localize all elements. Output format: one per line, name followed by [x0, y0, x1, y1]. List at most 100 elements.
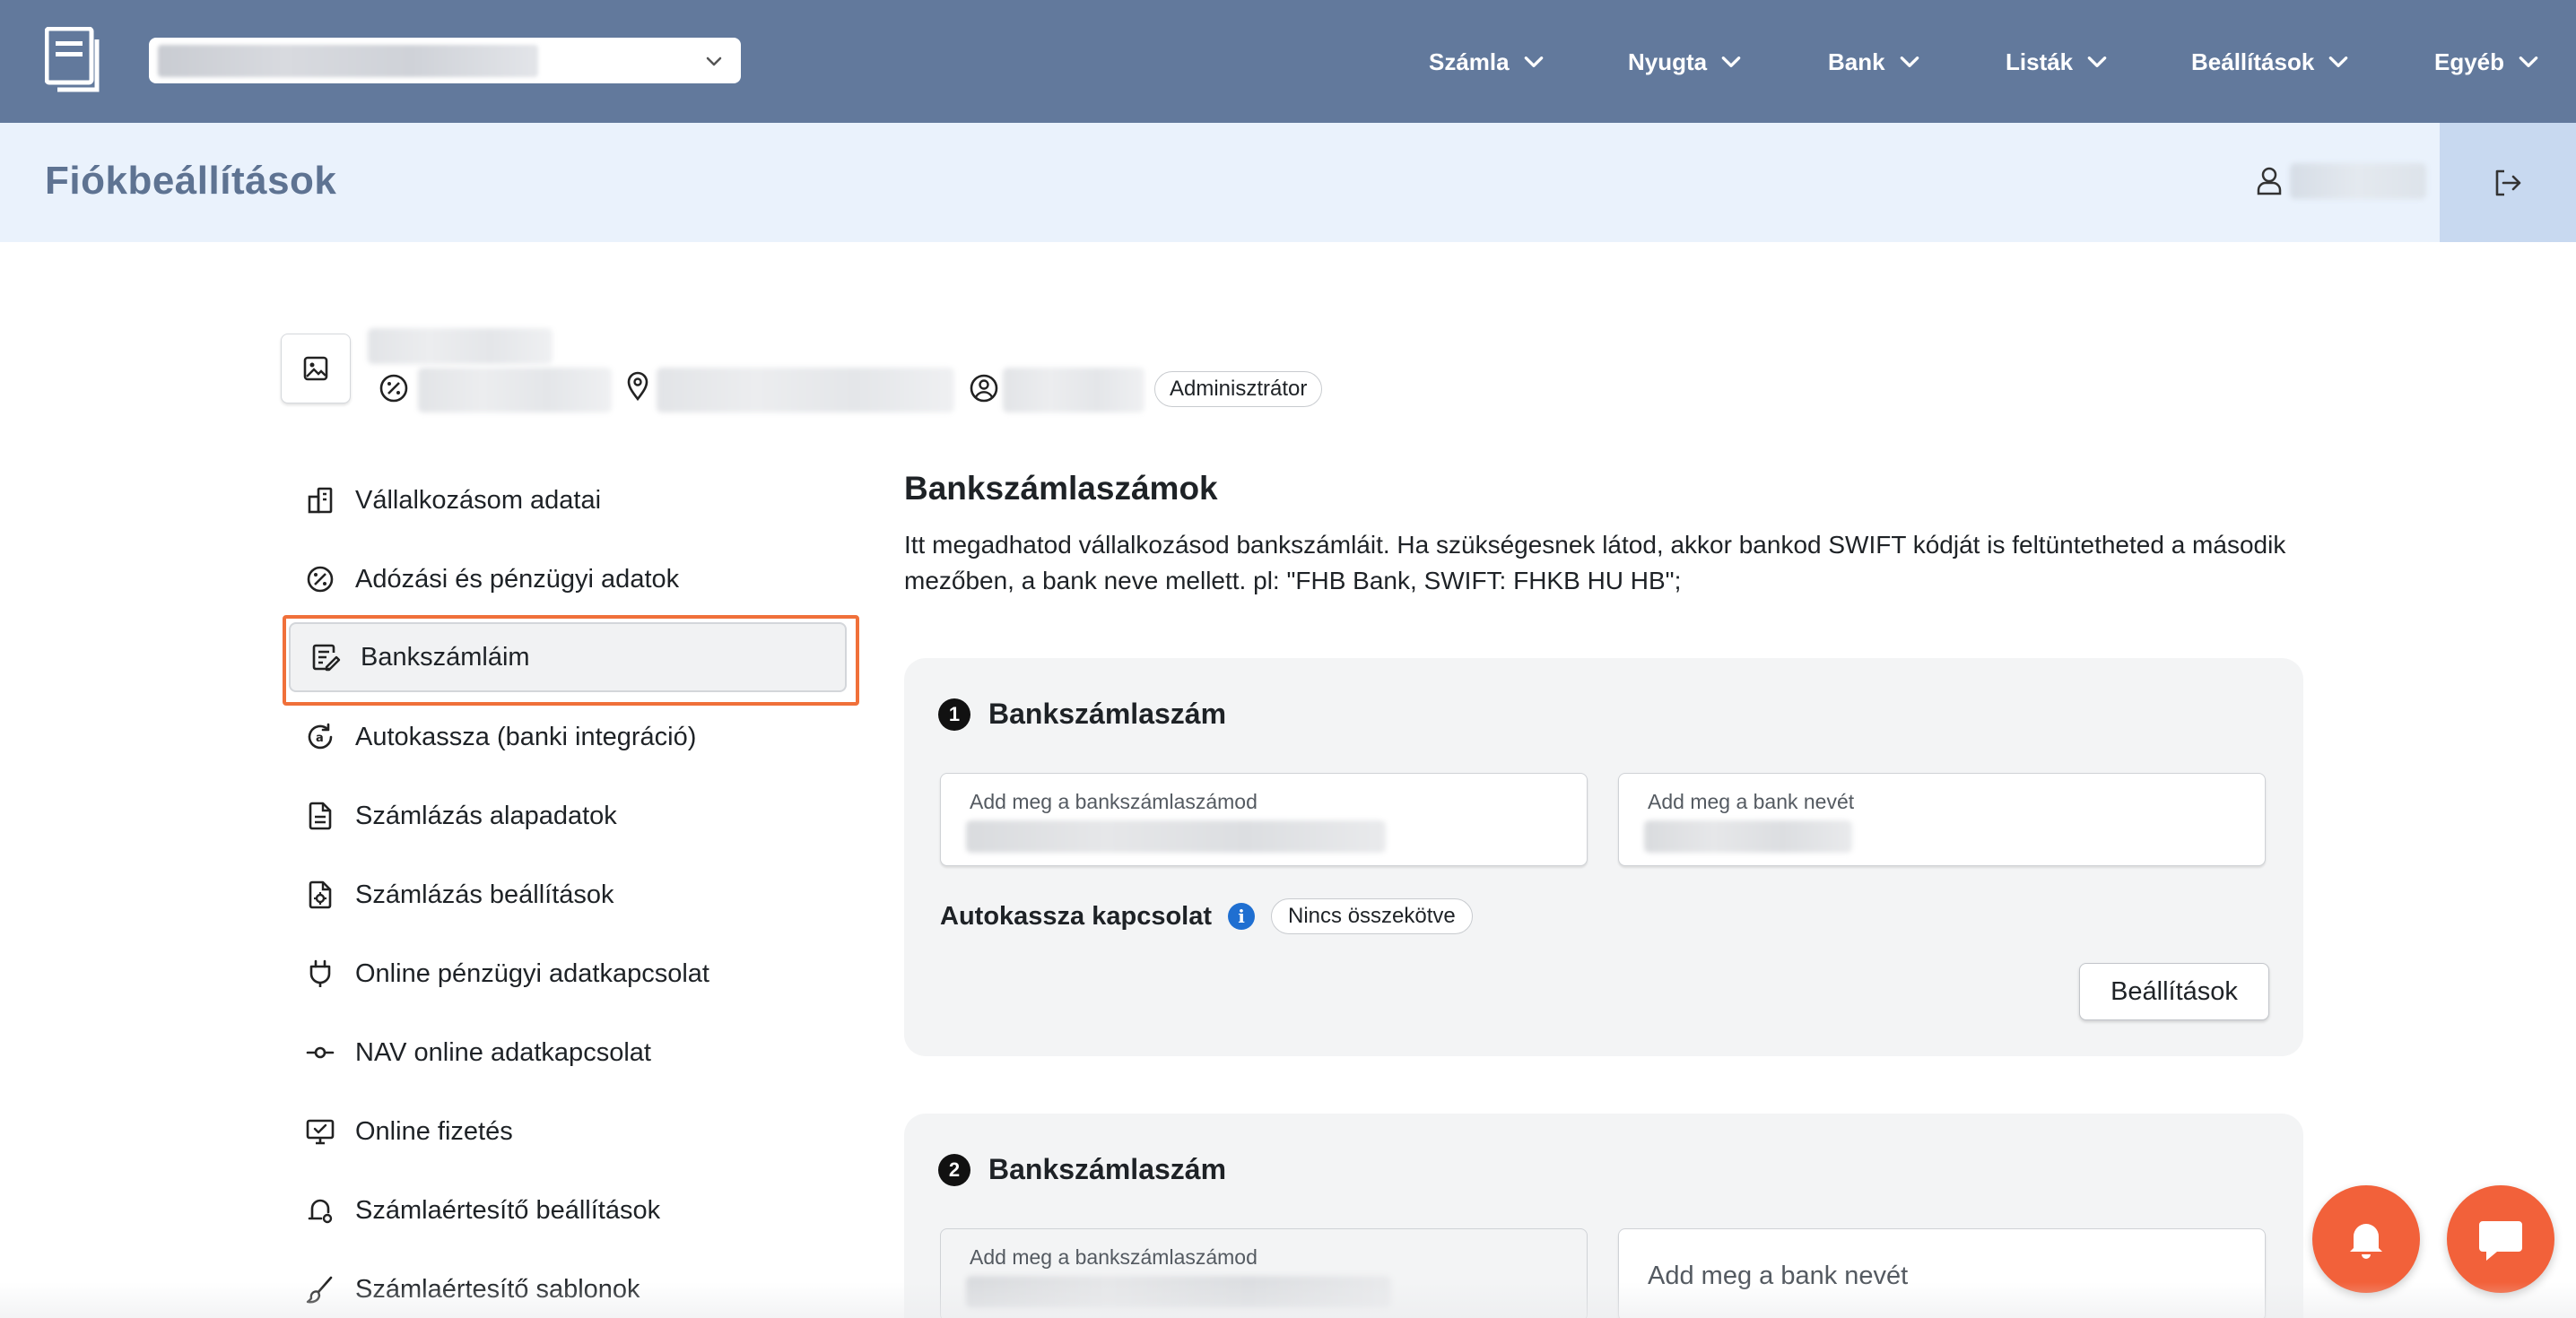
sidebar-item-label: Számlázás beállítások — [355, 880, 614, 909]
sidebar-item-label: Autokassza (banki integráció) — [355, 722, 697, 751]
nav-menu-label: Listák — [2006, 48, 2074, 75]
account-number-badge: 2 — [938, 1153, 970, 1186]
bank-account-title: Bankszámlaszám — [988, 698, 1227, 730]
nav-menu-beallitasok[interactable]: Beállítások — [2191, 39, 2350, 84]
sidebar-item-autokassza[interactable]: a Autokassza (banki integráció) — [285, 701, 847, 773]
chevron-down-icon — [1524, 56, 1543, 67]
sidebar-item-online-fizetes[interactable]: Online fizetés — [285, 1096, 847, 1167]
sidebar-item-adozasi-adatok[interactable]: Adózási és pénzügyi adatok — [285, 543, 847, 615]
document-settings-icon — [309, 880, 332, 909]
sidebar-item-szamlazas-beallitasok[interactable]: Számlázás beállítások — [285, 859, 847, 931]
status-badge: Nincs összekötve — [1271, 898, 1473, 934]
bank-account-card: 2 Bankszámlaszám Add meg a bankszámlaszá… — [904, 1114, 2303, 1318]
user-circle-icon — [970, 374, 998, 403]
chat-icon — [2479, 1221, 2522, 1261]
nav-menu-listak[interactable]: Listák — [2006, 39, 2109, 84]
plug-icon — [309, 959, 331, 987]
brush-icon — [306, 1276, 333, 1304]
nav-menu-szamla[interactable]: Számla — [1429, 39, 1545, 84]
bank-name-field[interactable]: Add meg a bank nevét — [1618, 1228, 2266, 1318]
nav-menu-label: Számla — [1429, 48, 1510, 75]
chevron-down-icon — [2329, 56, 2348, 67]
sidebar-item-label: NAV online adatkapcsolat — [355, 1037, 651, 1067]
chat-button[interactable] — [2447, 1185, 2554, 1293]
autokassza-label: Autokassza kapcsolat — [940, 901, 1213, 931]
document-icon — [309, 802, 332, 830]
logout-icon — [2495, 169, 2521, 195]
building-icon — [308, 487, 333, 514]
account-number-field[interactable]: Add meg a bankszámlaszámod — [940, 773, 1588, 866]
document-edit-icon — [312, 644, 341, 672]
section-title: Bankszámlaszámok — [904, 470, 1218, 507]
top-navigation-bar: Számla Nyugta Bank Listák Beállítások Eg… — [0, 0, 2576, 123]
company-name-redacted — [158, 45, 538, 77]
bank-name-field[interactable]: Add meg a bank nevét — [1618, 773, 2266, 866]
sidebar-item-vallalkozasom-adatai[interactable]: Vállalkozásom adatai — [285, 464, 847, 536]
sidebar-item-label: Számlaértesítő sablonok — [355, 1274, 640, 1304]
autokassza-connection: Autokassza kapcsolat i Nincs összekötve — [940, 898, 1473, 934]
percent-icon — [379, 374, 408, 403]
company-select[interactable] — [149, 38, 741, 83]
logout-button[interactable] — [2440, 123, 2576, 242]
account-number-badge: 1 — [938, 698, 970, 731]
connection-icon — [306, 1046, 335, 1059]
company-name-redacted — [368, 328, 553, 364]
monitor-icon — [306, 1119, 335, 1145]
page-title: Fiókbeállítások — [45, 159, 337, 203]
sidebar-item-szamlaertesito-beallitasok[interactable]: Számlaértesítő beállítások — [285, 1175, 847, 1246]
sidebar-item-bankszamlaim[interactable]: Bankszámláim — [289, 622, 847, 692]
nav-menu-label: Bank — [1828, 48, 1885, 75]
chevron-down-icon — [706, 56, 722, 66]
nav-menu-label: Egyéb — [2434, 48, 2505, 75]
sidebar-item-label: Online pénzügyi adatkapcsolat — [355, 958, 709, 988]
sidebar-item-label: Bankszámláim — [361, 642, 530, 672]
user-icon — [2257, 167, 2282, 195]
account-number-value-redacted — [966, 1276, 1391, 1308]
auto-refresh-icon: a — [308, 723, 333, 750]
address-redacted — [657, 368, 954, 412]
chevron-down-icon — [2087, 56, 2107, 67]
sidebar-item-label: Számlaértesítő beállítások — [355, 1195, 661, 1225]
nav-menu-label: Nyugta — [1628, 48, 1708, 75]
info-icon[interactable]: i — [1228, 903, 1256, 930]
svg-text:a: a — [316, 732, 324, 745]
chevron-down-icon — [2519, 56, 2538, 67]
chevron-down-icon — [1900, 56, 1919, 67]
account-number-value-redacted — [966, 820, 1386, 853]
user-name-redacted — [2290, 163, 2426, 199]
sidebar-item-online-penzugyi[interactable]: Online pénzügyi adatkapcsolat — [285, 938, 847, 1010]
field-label: Add meg a bank nevét — [1648, 790, 1855, 813]
section-description: Itt megadhatod vállalkozásod bankszámlái… — [904, 531, 2286, 594]
role-badge: Adminisztrátor — [1154, 371, 1323, 407]
percent-icon — [307, 566, 334, 593]
field-label: Add meg a bankszámlaszámod — [970, 790, 1258, 813]
notification-settings-icon — [308, 1199, 333, 1224]
sidebar-item-label: Vállalkozásom adatai — [355, 485, 602, 515]
sidebar-item-label: Online fizetés — [355, 1116, 513, 1146]
username-redacted — [1003, 368, 1144, 412]
settings-button[interactable]: Beállítások — [2079, 963, 2269, 1020]
bank-account-heading: 1 Bankszámlaszám — [938, 698, 1226, 731]
bank-account-title: Bankszámlaszám — [988, 1153, 1227, 1185]
bell-icon — [2350, 1224, 2382, 1259]
location-pin-icon — [627, 371, 648, 402]
sidebar-item-label: Adózási és pénzügyi adatok — [355, 564, 680, 594]
nav-menu-nyugta[interactable]: Nyugta — [1628, 39, 1743, 84]
user-menu[interactable] — [2256, 159, 2426, 204]
account-number-field[interactable]: Add meg a bankszámlaszámod — [940, 1228, 1588, 1318]
bank-name-value-redacted — [1644, 820, 1852, 853]
page-header: Fiókbeállítások — [0, 123, 2576, 242]
company-logo-upload[interactable] — [281, 334, 351, 403]
nav-menu-label: Beállítások — [2191, 48, 2315, 75]
nav-menu-egyeb[interactable]: Egyéb — [2434, 39, 2540, 84]
chevron-down-icon — [1721, 56, 1741, 67]
sidebar-item-szamlaertesito-sablonok[interactable]: Számlaértesítő sablonok — [285, 1253, 847, 1318]
notifications-button[interactable] — [2312, 1185, 2420, 1293]
sidebar-item-label: Számlázás alapadatok — [355, 801, 617, 830]
bank-account-heading: 2 Bankszámlaszám — [938, 1153, 1226, 1186]
app-logo-icon[interactable] — [45, 27, 104, 93]
nav-menu-bank[interactable]: Bank — [1828, 39, 1921, 84]
field-placeholder: Add meg a bank nevét — [1648, 1262, 1909, 1290]
sidebar-item-nav-online[interactable]: NAV online adatkapcsolat — [285, 1017, 847, 1088]
sidebar-item-szamlazas-alapadatok[interactable]: Számlázás alapadatok — [285, 780, 847, 852]
